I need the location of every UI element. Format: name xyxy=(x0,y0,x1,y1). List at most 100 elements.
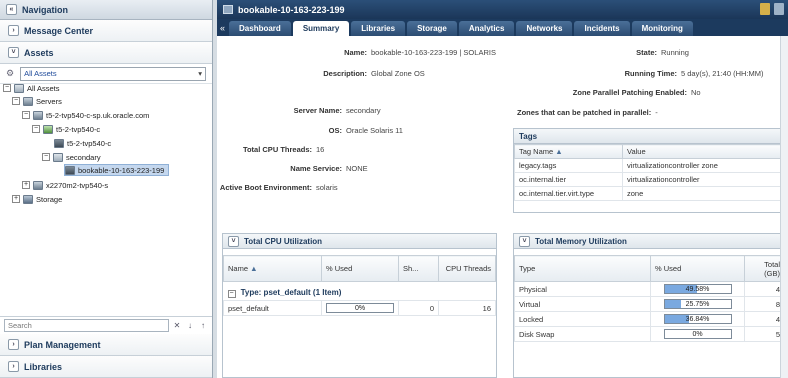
tag-name-column-header[interactable]: Tag Name ▲ xyxy=(514,144,623,159)
assets-section[interactable]: ˅ Assets xyxy=(0,42,212,64)
table-row[interactable]: oc.internal.tier.virt.type zone xyxy=(514,186,785,201)
table-row[interactable]: Disk Swap 0% 5 xyxy=(514,326,785,342)
search-prev-icon[interactable]: ↑ xyxy=(198,319,208,332)
table-row[interactable]: legacy.tags virtualizationcontroller zone xyxy=(514,158,785,173)
scroll-tabs-left-icon[interactable]: « xyxy=(220,23,225,33)
navigation-title: Navigation xyxy=(22,4,69,15)
tree-node-storage[interactable]: + Storage xyxy=(12,193,62,205)
table-row[interactable]: Virtual 25.75% 8 xyxy=(514,296,785,312)
asset-tree: − All Assets − Servers − t5-2-tvp540-c-sp.u… xyxy=(0,82,212,312)
cpu-threads-column-header[interactable]: CPU Threads xyxy=(438,255,496,282)
label: Zone Parallel Patching Enabled: xyxy=(572,88,687,97)
search-next-icon[interactable]: ↓ xyxy=(185,319,195,332)
mem-used-column-header[interactable]: % Used xyxy=(650,255,745,282)
tab-networks[interactable]: Networks xyxy=(516,21,573,36)
label: Running Time: xyxy=(624,69,677,78)
tree-node-x2270[interactable]: + x2270m2-tvp540-s xyxy=(22,179,108,191)
table-row[interactable]: Physical 49.58% 4 xyxy=(514,281,785,297)
cell: oc.internal.tier xyxy=(514,172,623,187)
tree-label: t5-2-tvp540-c xyxy=(56,124,101,134)
navigation-header[interactable]: « Navigation xyxy=(0,0,212,20)
memory-panel-header[interactable]: ˅ Total Memory Utilization xyxy=(514,234,785,249)
page-title: bookable-10-163-223-199 xyxy=(238,4,345,15)
mem-used-bar: 36.84% xyxy=(663,314,732,324)
tree-node-host-sp[interactable]: − t5-2-tvp540-c-sp.uk.oracle.com xyxy=(22,109,149,121)
main-pane: bookable-10-163-223-199 « Dashboard Summ… xyxy=(217,0,788,378)
collapse-icon[interactable]: − xyxy=(227,290,236,298)
clear-search-icon[interactable]: ✕ xyxy=(172,319,182,332)
mem-total-column-header[interactable]: Total (GB) xyxy=(744,255,785,282)
cpu-name-column-header[interactable]: Name ▲ xyxy=(223,255,322,282)
kv-os: OS: Oracle Solaris 11 xyxy=(217,126,403,135)
sort-ascending-icon[interactable]: ▲ xyxy=(250,264,257,273)
cpu-sh-column-header[interactable]: Sh... xyxy=(398,255,439,282)
refresh-icon[interactable] xyxy=(774,3,784,15)
cpu-used-column-header[interactable]: % Used xyxy=(321,255,399,282)
cell: virtualizationcontroller xyxy=(622,172,785,187)
sort-ascending-icon[interactable]: ▲ xyxy=(555,147,562,156)
collapse-icon[interactable]: − xyxy=(32,125,40,133)
group-label: Type: pset_default (1 Item) xyxy=(240,288,342,297)
assets-filter-row: ⚙ All Assets ▾ xyxy=(0,64,212,84)
search-bar: Search ✕ ↓ ↑ xyxy=(0,316,212,334)
chevron-right-icon: › xyxy=(8,361,19,372)
table-row[interactable]: pset_default 0% 0 16 xyxy=(223,300,496,316)
assets-filter-select[interactable]: All Assets ▾ xyxy=(20,66,206,81)
tree-node-secondary[interactable]: − secondary xyxy=(42,151,101,163)
tab-monitoring[interactable]: Monitoring xyxy=(631,21,693,36)
value: No xyxy=(691,88,701,97)
tab-analytics[interactable]: Analytics xyxy=(458,21,515,36)
tag-value-column-header[interactable]: Value xyxy=(622,144,785,159)
tree-label: bookable-10-163-223-199 xyxy=(78,165,165,175)
table-row[interactable]: Locked 36.84% 4 xyxy=(514,311,785,327)
tags-panel: Tags Tag Name ▲ Value legacy.tags virtual… xyxy=(513,128,786,213)
tab-dashboard[interactable]: Dashboard xyxy=(229,21,291,36)
expand-icon[interactable]: + xyxy=(12,195,20,203)
zone-icon xyxy=(223,5,233,14)
value: Global Zone OS xyxy=(371,69,425,78)
summary-content: Name: bookable-10-163-223-199 | SOLARIS D… xyxy=(217,36,788,378)
tree-node-host-c[interactable]: − t5-2-tvp540-c xyxy=(32,123,100,135)
plan-management-section[interactable]: › Plan Management xyxy=(0,334,212,356)
tab-storage[interactable]: Storage xyxy=(407,21,457,36)
collapse-icon[interactable]: − xyxy=(3,84,11,92)
group-row[interactable]: − Type: pset_default (1 Item) xyxy=(224,282,496,301)
memory-utilization-panel: ˅ Total Memory Utilization Type % Used T… xyxy=(513,233,786,378)
value: 5 day(s), 21:40 (HH:MM) xyxy=(681,69,764,78)
tab-incidents[interactable]: Incidents xyxy=(574,21,630,36)
filter-icon[interactable]: ⚙ xyxy=(6,68,14,79)
collapse-icon[interactable]: − xyxy=(42,153,50,161)
kv-zones-parallel: Zones that can be patched in parallel: - xyxy=(517,108,658,117)
tree-label: secondary xyxy=(66,152,101,162)
kv-running-time: Running Time: 5 day(s), 21:40 (HH:MM) xyxy=(517,69,764,78)
tree-node-zone-selected[interactable]: bookable-10-163-223-199 xyxy=(64,164,170,176)
tab-summary[interactable]: Summary xyxy=(292,21,350,36)
collapse-icon[interactable]: − xyxy=(12,97,20,105)
libraries-section[interactable]: › Libraries xyxy=(0,356,212,378)
collapse-left-icon[interactable]: « xyxy=(6,4,17,15)
cpu-panel-title: Total CPU Utilization xyxy=(244,236,323,246)
cell: 4 xyxy=(744,281,785,297)
collapse-icon[interactable]: − xyxy=(22,111,30,119)
chevron-down-icon[interactable]: ˅ xyxy=(228,235,239,247)
label: Name Service: xyxy=(290,164,342,173)
tree-node-servers[interactable]: − Servers xyxy=(12,95,62,107)
expand-icon[interactable]: + xyxy=(22,181,30,189)
table-row[interactable]: oc.internal.tier virtualizationcontroller xyxy=(514,172,785,187)
mem-type-column-header[interactable]: Type xyxy=(514,255,651,282)
tree-node-host-c-child[interactable]: t5-2-tvp540-c xyxy=(54,137,111,149)
storage-icon xyxy=(23,194,33,204)
cell: 0% xyxy=(321,300,399,316)
tree-node-all-assets[interactable]: − All Assets xyxy=(3,82,60,94)
cpu-panel-header[interactable]: ˅ Total CPU Utilization xyxy=(223,234,496,249)
search-input[interactable]: Search xyxy=(4,319,169,332)
chevron-down-icon[interactable]: ˅ xyxy=(519,235,530,247)
edit-icon[interactable] xyxy=(760,3,770,15)
vertical-scrollbar[interactable] xyxy=(780,36,788,378)
label: OS: xyxy=(328,126,342,135)
kv-name: Name: bookable-10-163-223-199 | SOLARIS xyxy=(217,48,496,57)
title-actions xyxy=(760,3,784,15)
message-center-section[interactable]: › Message Center xyxy=(0,20,212,42)
tab-libraries[interactable]: Libraries xyxy=(351,21,406,36)
dropdown-arrow-icon[interactable]: ▾ xyxy=(198,69,202,78)
